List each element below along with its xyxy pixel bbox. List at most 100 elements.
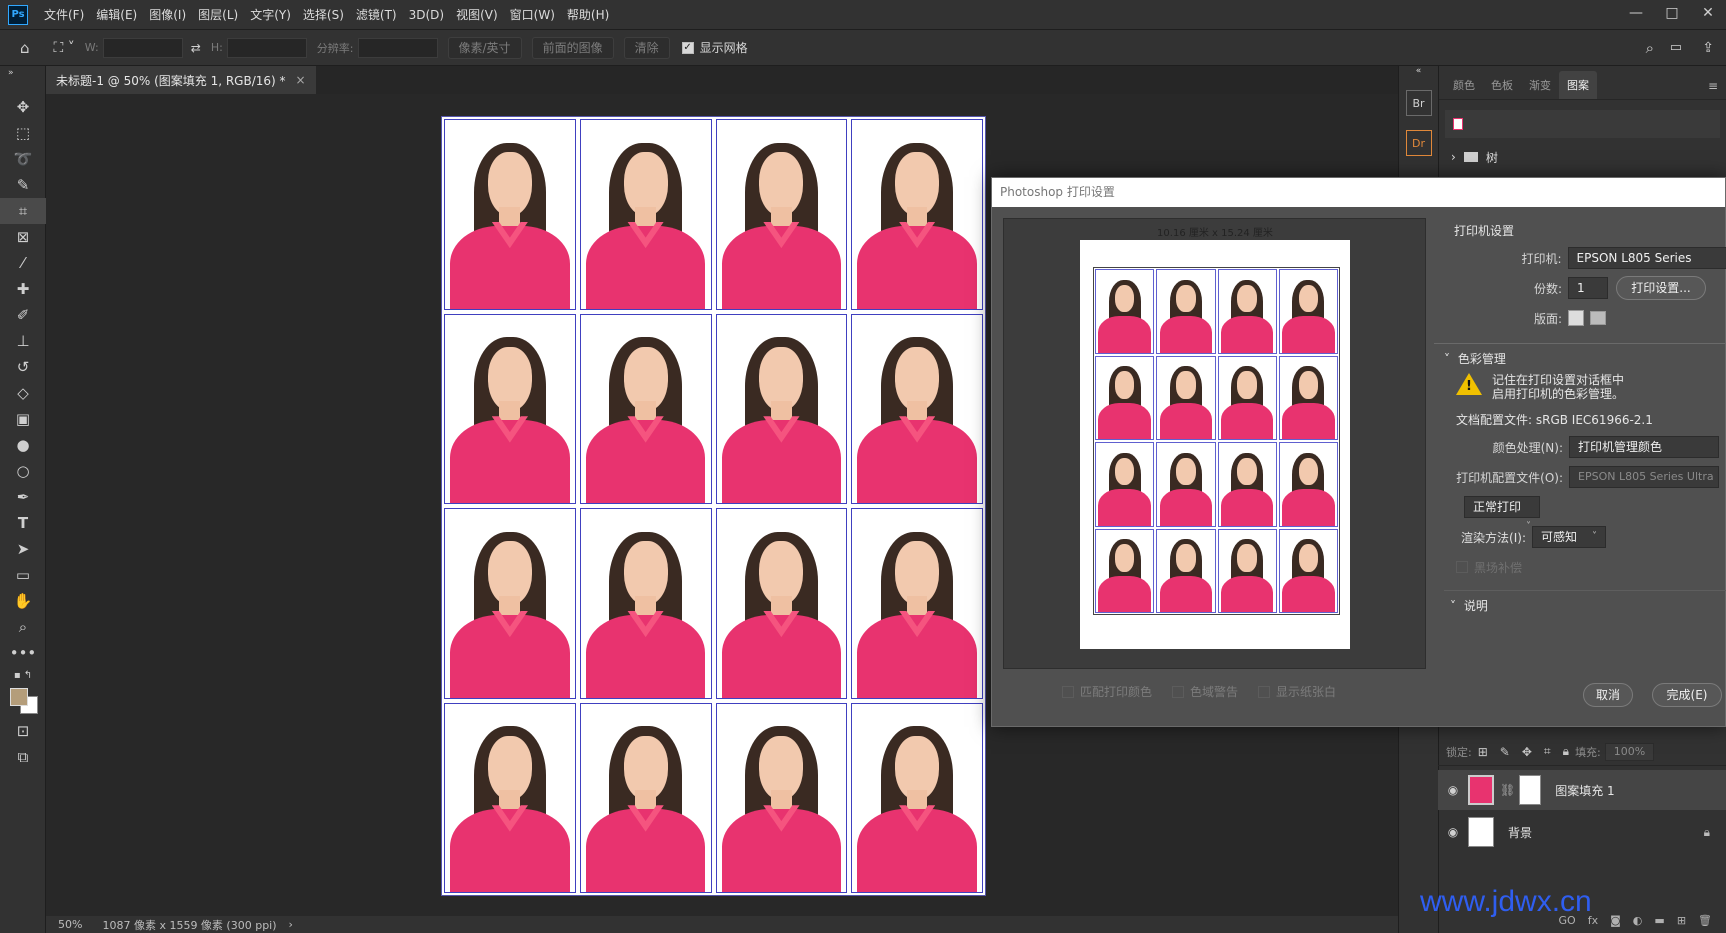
delete-layer-icon[interactable]: 🗑︎: [1698, 914, 1712, 927]
lasso-tool-icon[interactable]: ➰: [0, 146, 46, 172]
info-arrow[interactable]: ›: [289, 918, 293, 931]
visibility-eye-icon[interactable]: ◉: [1438, 825, 1468, 839]
document-tab[interactable]: 未标题-1 @ 50% (图案填充 1, RGB/16) * ×: [46, 66, 316, 94]
clone-stamp-tool-icon[interactable]: ⊥: [0, 328, 46, 354]
healing-brush-tool-icon[interactable]: ✚: [0, 276, 46, 302]
lock-all-icon[interactable]: 🔒︎: [1563, 744, 1569, 759]
new-layer-icon[interactable]: ⊞: [1677, 914, 1686, 927]
show-grid-checkbox[interactable]: ✓ 显示网格: [681, 39, 748, 56]
home-icon[interactable]: ⌂: [20, 39, 30, 57]
menu-item[interactable]: 滤镜(T): [350, 0, 403, 30]
quick-select-tool-icon[interactable]: ✎: [0, 172, 46, 198]
adjustment-layer-icon[interactable]: ◐: [1633, 914, 1643, 927]
foreground-color-swatch[interactable]: [0, 684, 45, 718]
search-icon[interactable]: ⌕: [1646, 39, 1654, 57]
menu-item[interactable]: 文字(Y): [244, 0, 297, 30]
show-paper-white-checkbox[interactable]: ✓ 显示纸张白: [1258, 683, 1336, 700]
marquee-tool-icon[interactable]: ⬚: [0, 120, 46, 146]
black-point-checkbox[interactable]: ✓: [1456, 561, 1468, 573]
path-select-tool-icon[interactable]: ➤: [0, 536, 46, 562]
printer-profile-select[interactable]: EPSON L805 Series Ultra: [1569, 466, 1719, 488]
dodge-tool-icon[interactable]: ○: [0, 458, 46, 484]
photo-sheet[interactable]: [441, 116, 986, 896]
lock-transparent-icon[interactable]: ⊞: [1478, 745, 1488, 759]
workspace-icon[interactable]: ▭: [1670, 40, 1682, 55]
eraser-tool-icon[interactable]: ◇: [0, 380, 46, 406]
crop-tool-icon[interactable]: ⌗: [0, 198, 46, 224]
match-print-colors-checkbox[interactable]: ✓ 匹配打印颜色: [1062, 683, 1152, 700]
gamut-warning-checkbox[interactable]: ✓ 色域警告: [1172, 683, 1238, 700]
restore-button[interactable]: □: [1654, 0, 1690, 26]
landscape-icon[interactable]: [1590, 311, 1606, 325]
layer-row-pattern-fill[interactable]: ◉ ⛓ 图案填充 1: [1438, 770, 1726, 810]
description-section[interactable]: ˅ 说明: [1450, 597, 1726, 614]
chevron-down-icon[interactable]: ˅: [1450, 599, 1456, 613]
pattern-folder[interactable]: › 树: [1445, 144, 1720, 170]
eyedropper-tool-icon[interactable]: ⁄: [0, 250, 46, 276]
chevron-right-icon[interactable]: ›: [1451, 150, 1456, 164]
pattern-preview-row[interactable]: [1445, 110, 1720, 138]
blur-tool-icon[interactable]: ●: [0, 432, 46, 458]
clear-button[interactable]: 清除: [623, 36, 670, 59]
history-brush-tool-icon[interactable]: ↺: [0, 354, 46, 380]
layer-name[interactable]: 图案填充 1: [1555, 782, 1614, 799]
collapse-icon[interactable]: «: [1399, 66, 1438, 80]
minimize-button[interactable]: —: [1618, 0, 1654, 26]
cancel-button[interactable]: 取消: [1583, 683, 1633, 707]
height-input[interactable]: [226, 37, 307, 58]
layer-mask-thumbnail[interactable]: [1519, 775, 1542, 805]
rectangle-tool-icon[interactable]: ▭: [0, 562, 46, 588]
fill-input[interactable]: 100%: [1604, 742, 1655, 761]
type-tool-icon[interactable]: T: [0, 510, 46, 536]
layer-name[interactable]: 背景: [1508, 824, 1532, 841]
menu-item[interactable]: 帮助(H): [561, 0, 615, 30]
portrait-icon[interactable]: [1568, 310, 1584, 326]
menu-item[interactable]: 图像(I): [143, 0, 192, 30]
more-tools-icon[interactable]: •••: [0, 640, 46, 666]
add-mask-icon[interactable]: ◙: [1610, 914, 1621, 927]
pen-tool-icon[interactable]: ✒: [0, 484, 46, 510]
tab-gradients[interactable]: 渐变: [1521, 71, 1559, 99]
menu-item[interactable]: 文件(F): [38, 0, 90, 30]
gradient-tool-icon[interactable]: ▣: [0, 406, 46, 432]
width-input[interactable]: [102, 37, 183, 58]
zoom-tool-icon[interactable]: ⌕: [0, 614, 46, 640]
menu-item[interactable]: 窗口(W): [504, 0, 561, 30]
swap-colors-icon[interactable]: ▪ ↰: [0, 666, 46, 684]
collapse-icon[interactable]: »: [0, 66, 46, 80]
render-intent-select[interactable]: 可感知 ˅: [1532, 526, 1606, 548]
menu-item[interactable]: 视图(V): [450, 0, 504, 30]
lock-icon[interactable]: 🔒︎: [1704, 825, 1710, 840]
menu-item[interactable]: 选择(S): [297, 0, 350, 30]
visibility-eye-icon[interactable]: ◉: [1438, 783, 1468, 797]
move-tool-icon[interactable]: ✥: [0, 94, 46, 120]
tab-patterns[interactable]: 图案: [1559, 71, 1597, 99]
resolution-input[interactable]: [357, 37, 438, 58]
print-mode-select[interactable]: 正常打印 ˅: [1464, 496, 1540, 532]
layer-row-background[interactable]: ◉ 背景 🔒︎: [1438, 812, 1726, 852]
brush-tool-icon[interactable]: ✐: [0, 302, 46, 328]
dimension-icon[interactable]: Dr: [1405, 130, 1432, 156]
lock-position-icon[interactable]: ✥: [1522, 745, 1532, 759]
preview-photo-grid[interactable]: [1093, 267, 1340, 615]
lock-image-icon[interactable]: ✎: [1500, 745, 1510, 759]
close-button[interactable]: ✕: [1690, 0, 1726, 26]
close-tab-icon[interactable]: ×: [296, 73, 306, 87]
crop-tool-icon[interactable]: ⛶ ˅: [54, 40, 75, 56]
tab-swatches[interactable]: 色板: [1483, 71, 1521, 99]
tab-color[interactable]: 颜色: [1445, 71, 1483, 99]
chevron-down-icon[interactable]: ˅: [1444, 352, 1450, 366]
share-icon[interactable]: ⇪: [1702, 40, 1714, 56]
copies-input[interactable]: 1: [1568, 277, 1608, 299]
new-group-icon[interactable]: ▬: [1654, 914, 1664, 927]
panel-menu-icon[interactable]: ≡: [1708, 79, 1718, 93]
zoom-level[interactable]: 50%: [58, 918, 82, 931]
color-management-title[interactable]: ˅ 色彩管理: [1444, 350, 1726, 367]
print-settings-button[interactable]: 打印设置...: [1616, 276, 1706, 300]
quick-mask-icon[interactable]: ⊡: [0, 718, 46, 744]
lock-artboard-icon[interactable]: ⌗: [1544, 744, 1551, 759]
screen-mode-icon[interactable]: ⧉: [0, 744, 46, 770]
menu-item[interactable]: 3D(D): [403, 0, 450, 30]
menu-item[interactable]: 编辑(E): [90, 0, 143, 30]
frame-tool-icon[interactable]: ⊠: [0, 224, 46, 250]
